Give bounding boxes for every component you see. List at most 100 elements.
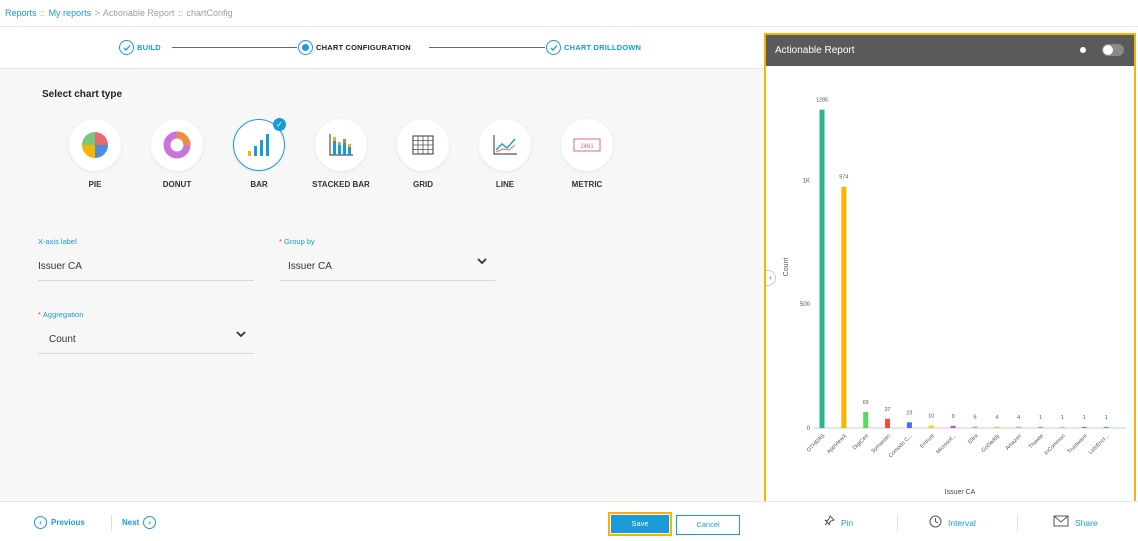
breadcrumb-separator: > — [94, 8, 100, 18]
xaxis-label-input[interactable]: Issuer CA — [38, 251, 254, 281]
cancel-button[interactable]: Cancel — [676, 515, 740, 535]
preview-title: Actionable Report — [775, 45, 855, 56]
aggregation-select[interactable]: Count — [38, 324, 254, 354]
interval-button[interactable]: Interval — [929, 515, 976, 531]
x-tick-label: DigiCert — [852, 433, 871, 452]
check-circle-icon — [119, 40, 134, 55]
chart-type-pie[interactable]: PIE — [65, 119, 125, 190]
divider — [111, 515, 112, 531]
bar-5 — [928, 425, 934, 428]
chevron-left-icon: ‹ — [34, 516, 47, 529]
aggregation-value: Count — [49, 334, 76, 345]
chevron-down-icon — [236, 330, 246, 341]
required-mark: * — [279, 237, 282, 246]
data-label: 1 — [1105, 415, 1108, 421]
chart-type-metric-label: METRIC — [571, 180, 603, 189]
chevron-right-icon: › — [143, 516, 157, 529]
bar-4 — [906, 422, 912, 428]
step-chart-configuration[interactable]: CHART CONFIGURATION — [298, 40, 411, 55]
bar-chart: 0 500 1K Count 1285 OTHERS 974 AppViewX 65 DigiCe… — [783, 98, 1126, 496]
data-label: 23 — [906, 410, 912, 416]
chart-type-metric[interactable]: 2461 METRIC — [557, 119, 617, 190]
y-tick-label: 0 — [807, 426, 811, 432]
breadcrumb-reports[interactable]: Reports — [5, 8, 37, 18]
data-label: 974 — [839, 175, 848, 181]
stepper: BUILD CHART CONFIGURATION CHART DRILLDOW… — [0, 27, 763, 69]
data-label: 9 — [952, 414, 955, 420]
clock-icon — [929, 515, 942, 531]
x-tick-label: Entrust — [919, 433, 936, 450]
step-build[interactable]: BUILD — [119, 40, 161, 55]
data-label: 1 — [1083, 415, 1086, 421]
step-chart-drilldown[interactable]: CHART DRILLDOWN — [546, 40, 641, 55]
x-tick-label: LetsEncr... — [1088, 433, 1111, 456]
data-label: 4 — [995, 415, 998, 421]
bar-3 — [885, 418, 891, 428]
pin-icon — [823, 515, 835, 530]
chart-preview-panel: Actionable Report ‹ 0 500 1K Count 1285 OTHER… — [764, 33, 1136, 504]
chart-type-grid[interactable]: GRID — [393, 119, 453, 190]
preview-header: Actionable Report — [766, 35, 1134, 66]
settings-dot-icon[interactable] — [1080, 47, 1086, 53]
chart-type-pie-label: PIE — [88, 180, 102, 189]
previous-button[interactable]: ‹ Previous — [30, 516, 85, 529]
x-tick-label: Eltra — [967, 433, 980, 446]
bar-2 — [863, 411, 869, 428]
breadcrumb-my-reports[interactable]: My reports — [49, 8, 92, 18]
chart-type-line-label: LINE — [495, 180, 515, 189]
donut-chart-icon — [163, 131, 191, 159]
grid-icon — [412, 135, 434, 155]
bar-6 — [950, 425, 956, 428]
data-label: 1285 — [816, 98, 828, 104]
group-by-select[interactable]: Issuer CA — [279, 251, 495, 281]
chart-type-donut-label: DONUT — [162, 180, 192, 189]
y-axis-title: Count — [783, 258, 790, 277]
save-button[interactable]: Save — [611, 515, 669, 533]
data-label: 65 — [863, 400, 869, 406]
envelope-icon — [1053, 515, 1069, 530]
active-step-icon — [298, 40, 313, 55]
stacked-bar-icon — [329, 134, 353, 156]
chart-type-donut[interactable]: DONUT — [147, 119, 207, 190]
breadcrumb: Reports :: My reports > Actionable Repor… — [0, 0, 1138, 27]
step-chart-configuration-label: CHART CONFIGURATION — [316, 43, 411, 52]
footer-bar: ‹ Previous Next › Save Cancel Pin Interv… — [0, 501, 1138, 541]
chart-type-metric-bubble: 2461 — [561, 119, 613, 171]
bar-7 — [972, 426, 978, 428]
chart-type-stacked-bar-bubble — [315, 119, 367, 171]
step-connector — [429, 47, 545, 48]
xaxis-label-caption: X-axis label — [38, 237, 77, 246]
x-tick-label: Thawte — [1028, 433, 1045, 450]
x-tick-label: OTHERS — [806, 433, 827, 454]
x-axis-title: Issuer CA — [945, 489, 976, 496]
preview-toggle[interactable] — [1102, 44, 1124, 56]
pin-button[interactable]: Pin — [823, 515, 853, 530]
metric-sample-value: 2461 — [580, 144, 594, 150]
check-circle-icon — [546, 40, 561, 55]
bar-12 — [1081, 426, 1087, 428]
next-button[interactable]: Next › — [122, 516, 160, 529]
bar-8 — [994, 426, 1000, 428]
bar-chart-icon — [248, 134, 269, 156]
data-label: 6 — [973, 415, 976, 421]
share-button[interactable]: Share — [1053, 515, 1098, 530]
chevron-down-icon — [477, 257, 487, 268]
data-label: 4 — [1017, 415, 1020, 421]
chart-type-bar-bubble: ✓ — [233, 118, 286, 171]
selected-check-icon: ✓ — [273, 118, 286, 131]
chart-type-stacked-bar[interactable]: STACKED BAR — [311, 119, 371, 190]
group-by-label: Group by — [283, 237, 315, 246]
divider — [1017, 515, 1018, 531]
app-root: Reports :: My reports > Actionable Repor… — [0, 0, 1138, 541]
save-highlight: Save — [608, 512, 672, 536]
share-label: Share — [1075, 517, 1098, 528]
data-label: 37 — [885, 407, 891, 413]
previous-label: Previous — [51, 518, 85, 527]
chart-type-donut-bubble — [151, 119, 203, 171]
step-chart-drilldown-label: CHART DRILLDOWN — [564, 43, 642, 52]
bar-9 — [1016, 426, 1022, 428]
step-build-label: BUILD — [137, 43, 161, 52]
chart-type-bar[interactable]: ✓ BAR — [229, 118, 289, 190]
chart-type-line[interactable]: LINE — [475, 119, 535, 190]
breadcrumb-separator: :: — [40, 8, 46, 18]
